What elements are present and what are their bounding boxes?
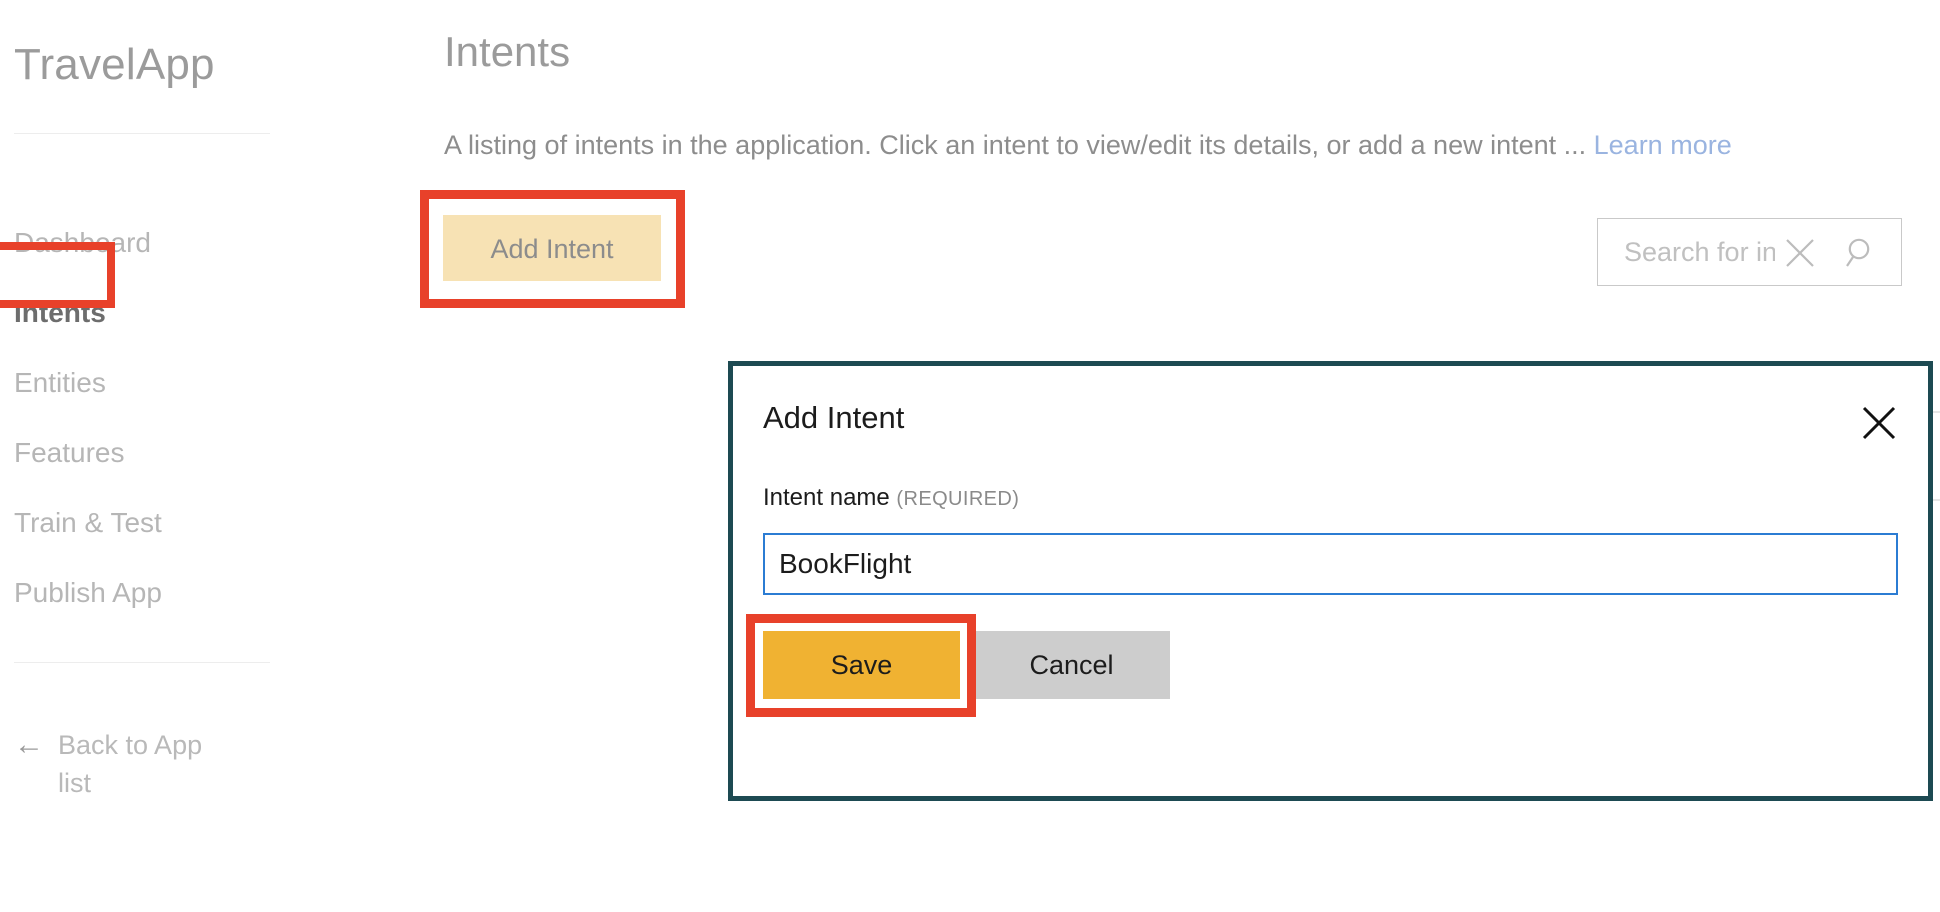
sidebar-item-entities[interactable]: Entities [0,348,330,418]
sidebar-item-train-and-test[interactable]: Train & Test [0,488,330,558]
cancel-button[interactable]: Cancel [973,631,1170,699]
sidebar-item-label: Intents [14,297,106,328]
sidebar-item-features[interactable]: Features [0,418,330,488]
page-description: A listing of intents in the application.… [444,130,1732,161]
sidebar-nav: Dashboard Intents Entities Features Trai… [0,208,330,628]
learn-more-link[interactable]: Learn more [1594,130,1732,160]
intent-name-input[interactable] [763,533,1898,595]
intent-name-label: Intent name (REQUIRED) [763,484,1019,512]
required-tag: (REQUIRED) [896,488,1020,510]
page-description-text: A listing of intents in the application.… [444,130,1594,160]
back-to-app-list-link[interactable]: ← Back to App list [14,726,264,802]
add-intent-dialog: Add Intent Intent name (REQUIRED) Save C… [728,361,1933,801]
sidebar-item-label: Publish App [14,577,162,608]
search-box[interactable] [1597,218,1902,286]
sidebar-item-publish-app[interactable]: Publish App [0,558,330,628]
sidebar-item-label: Features [14,437,125,468]
main-content: Intents A listing of intents in the appl… [330,0,1940,912]
sidebar-item-intents[interactable]: Intents [0,278,330,348]
intent-name-label-text: Intent name [763,484,890,511]
sidebar-divider-bottom [14,662,270,663]
add-intent-button[interactable]: Add Intent [443,215,661,281]
sidebar: TravelApp Dashboard Intents Entities Fea… [0,0,330,912]
sidebar-item-label: Dashboard [14,227,151,258]
search-icon[interactable] [1844,236,1878,270]
arrow-left-icon: ← [14,728,44,761]
search-input[interactable] [1622,219,1777,285]
sidebar-item-label: Train & Test [14,507,162,538]
save-button[interactable]: Save [763,631,960,699]
dialog-title: Add Intent [763,400,905,435]
close-icon[interactable] [1784,237,1816,269]
sidebar-divider-top [14,133,270,134]
app-title: TravelApp [14,40,215,89]
sidebar-item-label: Entities [14,367,106,398]
back-to-app-list-label: Back to App list [58,730,203,798]
page-title: Intents [444,28,571,75]
close-icon[interactable] [1860,404,1898,442]
sidebar-item-dashboard[interactable]: Dashboard [0,208,330,278]
